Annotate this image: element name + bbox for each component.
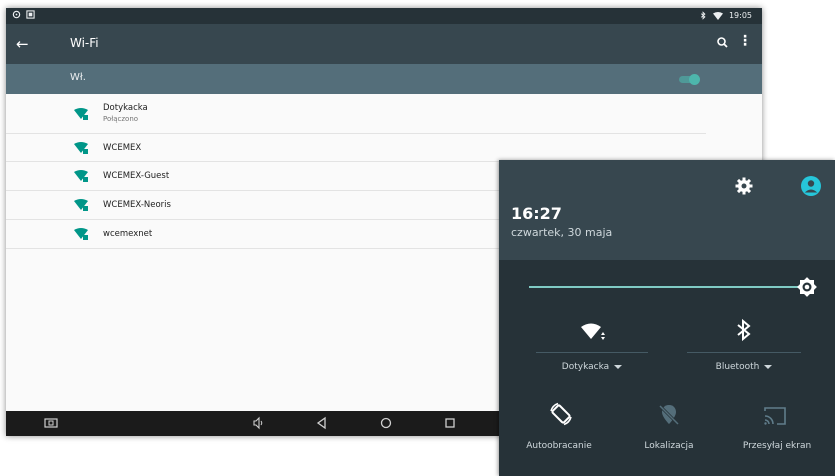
home-nav-icon[interactable] — [379, 416, 393, 430]
quick-settings-panel: 16:27 czwartek, 30 maja Dotykacka Blueto… — [499, 160, 835, 476]
network-row-dotykacka[interactable]: Dotykacka Połączono — [6, 94, 706, 134]
network-name: wcemexnet — [103, 229, 153, 239]
auto-rotate-label[interactable]: Autoobracanie — [499, 441, 619, 451]
status-time: 19:05 — [728, 11, 752, 20]
wifi-signal-lock-icon — [74, 108, 88, 120]
back-arrow-icon[interactable]: ← — [16, 34, 29, 54]
switch-thumb — [689, 74, 700, 85]
location-off-icon[interactable] — [656, 402, 682, 428]
auto-rotate-icon[interactable] — [548, 401, 574, 427]
dropdown-arrow-icon — [614, 364, 623, 369]
wifi-tile-icon[interactable] — [580, 319, 606, 345]
network-status: Połączono — [103, 115, 139, 123]
tile-divider — [536, 352, 648, 353]
app-bar: ← Wi-Fi ⋮ — [6, 24, 762, 64]
volume-icon[interactable] — [251, 416, 265, 430]
network-row-wcemex[interactable]: WCEMEX — [6, 134, 706, 162]
qs-date: czwartek, 30 maja — [511, 226, 613, 239]
dropdown-arrow-icon — [764, 364, 773, 369]
network-name: WCEMEX-Guest — [103, 171, 170, 181]
quick-settings-header: 16:27 czwartek, 30 maja — [499, 160, 835, 260]
sync-icon — [12, 10, 21, 19]
brightness-slider-track[interactable] — [529, 286, 806, 288]
bluetooth-tile-icon[interactable] — [731, 317, 757, 343]
wifi-signal-lock-icon — [74, 142, 88, 154]
account-icon[interactable] — [800, 175, 822, 197]
screenshot-capture-icon[interactable] — [44, 416, 58, 430]
network-name: WCEMEX-Neoris — [103, 200, 171, 210]
network-name: Dotykacka — [103, 103, 148, 113]
wifi-toggle-label: Wł. — [70, 72, 86, 83]
wifi-tile-label[interactable]: Dotykacka — [536, 362, 648, 372]
status-bar: 19:05 — [6, 8, 762, 24]
wifi-toggle-bar[interactable]: Wł. — [6, 64, 762, 94]
tile-divider — [687, 352, 801, 353]
gear-icon[interactable] — [735, 177, 753, 195]
network-name: WCEMEX — [103, 143, 142, 153]
wifi-switch[interactable] — [679, 74, 701, 85]
back-nav-icon[interactable] — [315, 416, 329, 430]
recents-nav-icon[interactable] — [443, 416, 457, 430]
wifi-signal-lock-icon — [74, 199, 88, 211]
wifi-signal-lock-icon — [74, 228, 88, 240]
wifi-icon — [712, 11, 723, 20]
location-label[interactable]: Lokalizacja — [609, 441, 729, 451]
cast-screen-label[interactable]: Przesyłaj ekran — [717, 441, 835, 451]
cast-screen-icon[interactable] — [762, 403, 788, 429]
screenshot-icon — [26, 10, 35, 19]
search-icon[interactable] — [714, 34, 732, 52]
page-title: Wi-Fi — [70, 36, 99, 50]
bluetooth-icon — [700, 11, 706, 20]
overflow-menu-icon[interactable]: ⋮ — [738, 33, 752, 49]
qs-time: 16:27 — [511, 204, 562, 223]
wifi-signal-lock-icon — [74, 170, 88, 182]
bluetooth-tile-label[interactable]: Bluetooth — [687, 362, 801, 372]
brightness-auto-icon[interactable] — [795, 275, 819, 299]
